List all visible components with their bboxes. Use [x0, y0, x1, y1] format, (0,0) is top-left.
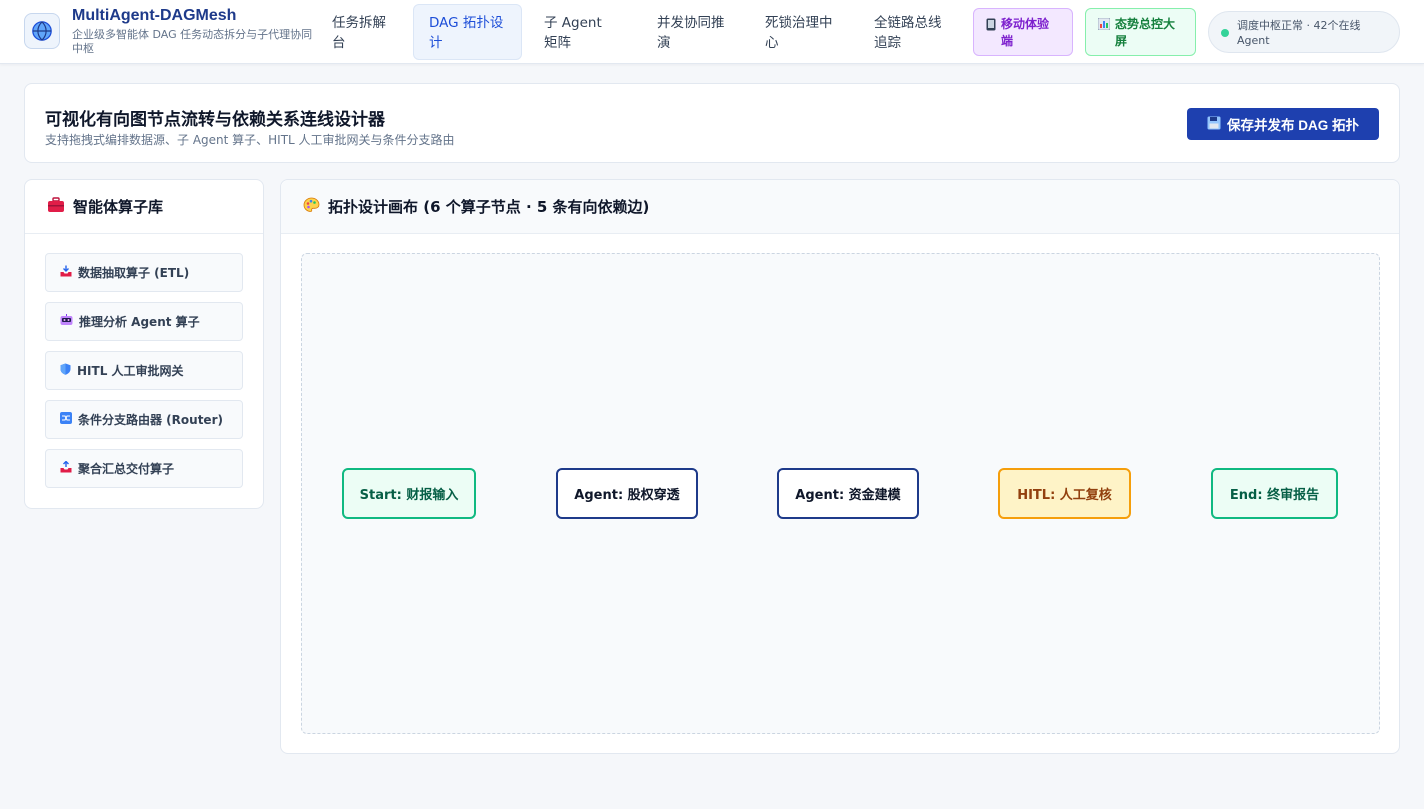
operator-library-title: 智能体算子库 [73, 198, 164, 216]
bar-chart-icon [1098, 16, 1110, 30]
shield-icon [60, 363, 71, 378]
tab-task-decompose[interactable]: 任务拆解台 [316, 4, 406, 60]
tab-dag-design[interactable]: DAG 拓扑设计 [413, 4, 522, 60]
dag-node-start[interactable]: Start: 财报输入 [342, 468, 476, 519]
dag-canvas[interactable]: Start: 财报输入 Agent: 股权穿透 Agent: 资金建模 HITL… [301, 253, 1380, 734]
operator-item-router[interactable]: 条件分支路由器 (Router) [45, 400, 243, 439]
designer-header-card: 可视化有向图节点流转与依赖关系连线设计器 支持拖拽式编排数据源、子 Agent … [24, 83, 1400, 163]
inbox-tray-icon [60, 265, 72, 280]
operator-item-label: HITL 人工审批网关 [77, 364, 184, 378]
topology-canvas-panel: 拓扑设计画布 (6 个算子节点 · 5 条有向依赖边) Start: 财报输入 … [280, 179, 1400, 754]
palette-icon [303, 197, 320, 217]
operator-item-label: 条件分支路由器 (Router) [78, 413, 223, 427]
system-status-text: 调度中枢正常 · 42个在线 Agent [1237, 19, 1361, 47]
mobile-experience-label: 移动体验端 [1001, 17, 1050, 48]
mobile-experience-button[interactable]: 移动体验端 [973, 8, 1073, 56]
canvas-header: 拓扑设计画布 (6 个算子节点 · 5 条有向依赖边) [281, 180, 1399, 234]
operator-item-etl[interactable]: 数据抽取算子 (ETL) [45, 253, 243, 292]
situation-screen-button[interactable]: 态势总控大屏 [1085, 8, 1196, 56]
operator-item-label: 聚合汇总交付算子 [78, 462, 175, 476]
situation-screen-label: 态势总控大屏 [1115, 17, 1176, 48]
floppy-disk-icon [1207, 116, 1221, 133]
mobile-phone-icon [986, 16, 996, 31]
page-subtitle: 支持拖拽式编排数据源、子 Agent 算子、HITL 人工审批网关与条件分支路由 [45, 133, 455, 147]
operator-item-hitl-gateway[interactable]: HITL 人工审批网关 [45, 351, 243, 390]
page-title: 可视化有向图节点流转与依赖关系连线设计器 [45, 110, 385, 130]
tab-agent-matrix[interactable]: 子 Agent 矩阵 [528, 4, 632, 60]
shuffle-icon [60, 412, 72, 427]
tab-deadlock-center[interactable]: 死锁治理中心 [749, 4, 853, 60]
dag-node-agent-capital[interactable]: Agent: 资金建模 [777, 468, 919, 519]
operator-item-label: 数据抽取算子 (ETL) [78, 266, 190, 280]
operator-item-reasoning-agent[interactable]: 推理分析 Agent 算子 [45, 302, 243, 341]
operator-item-label: 推理分析 Agent 算子 [79, 315, 200, 329]
top-navbar: MultiAgent-DAGMesh 企业级多智能体 DAG 任务动态拆分与子代… [0, 0, 1424, 64]
dag-node-end[interactable]: End: 终审报告 [1211, 468, 1338, 519]
outbox-tray-icon [60, 460, 72, 476]
robot-icon [60, 314, 73, 329]
system-status-chip: 调度中枢正常 · 42个在线 Agent [1208, 11, 1400, 53]
publish-dag-label: 保存并发布 DAG 拓扑 [1226, 118, 1359, 133]
operator-library-panel: 智能体算子库 数据抽取算子 (ETL) 推理分析 Agent 算子 HITL 人… [24, 179, 264, 509]
operator-item-aggregate[interactable]: 聚合汇总交付算子 [45, 449, 243, 488]
publish-dag-button[interactable]: 保存并发布 DAG 拓扑 [1187, 108, 1379, 140]
tab-concurrency-sim[interactable]: 并发协同推演 [641, 4, 745, 60]
brand-subtitle: 企业级多智能体 DAG 任务动态拆分与子代理协同中枢 [72, 28, 313, 55]
globe-icon[interactable] [24, 13, 60, 49]
brand-title: MultiAgent-DAGMesh [72, 7, 237, 24]
toolbox-icon [47, 196, 65, 217]
operator-library-header: 智能体算子库 [25, 180, 263, 234]
dag-node-agent-equity[interactable]: Agent: 股权穿透 [556, 468, 698, 519]
tab-bus-trace[interactable]: 全链路总线追踪 [858, 4, 968, 60]
canvas-title: 拓扑设计画布 (6 个算子节点 · 5 条有向依赖边) [328, 198, 650, 216]
status-online-dot [1221, 29, 1229, 37]
dag-node-hitl-review[interactable]: HITL: 人工复核 [998, 468, 1131, 519]
